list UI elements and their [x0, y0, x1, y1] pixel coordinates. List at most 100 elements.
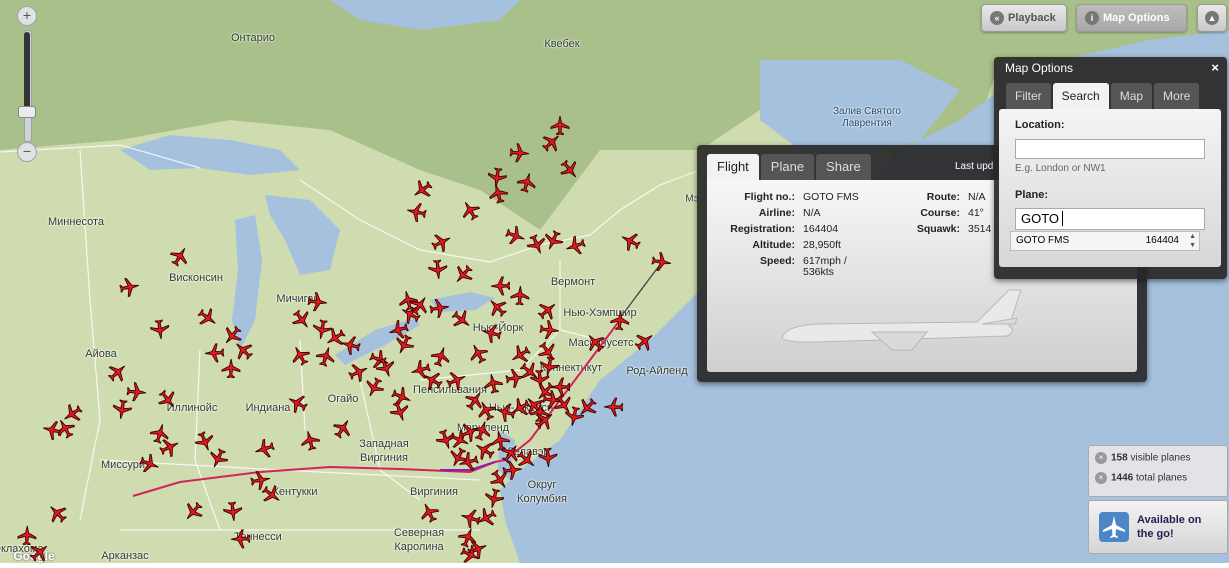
- plane-marker[interactable]: [556, 156, 584, 184]
- plane-marker[interactable]: [17, 525, 37, 546]
- tab-more[interactable]: More: [1154, 83, 1200, 109]
- toggle-icon[interactable]: ×: [1095, 452, 1107, 464]
- plane-marker[interactable]: [538, 319, 561, 341]
- plane-marker[interactable]: [419, 367, 446, 394]
- plane-marker[interactable]: [222, 501, 244, 523]
- plane-marker[interactable]: [428, 344, 453, 369]
- plane-marker[interactable]: [221, 358, 241, 379]
- plane-marker[interactable]: [26, 538, 54, 563]
- plane-marker[interactable]: [486, 166, 508, 189]
- plane-marker[interactable]: [501, 459, 524, 481]
- plane-marker[interactable]: [507, 341, 534, 368]
- plane-marker[interactable]: [534, 296, 562, 324]
- zoom-control[interactable]: + −: [14, 6, 40, 162]
- plane-marker[interactable]: [307, 291, 329, 313]
- plane-marker[interactable]: [137, 451, 163, 477]
- plane-marker[interactable]: [493, 400, 518, 424]
- playback-button[interactable]: « Playback: [981, 4, 1067, 32]
- map-options-button[interactable]: i Map Options: [1076, 4, 1187, 32]
- plane-marker[interactable]: [538, 447, 558, 468]
- plane-marker[interactable]: [154, 386, 182, 414]
- plane-marker[interactable]: [443, 367, 470, 393]
- plane-marker[interactable]: [252, 436, 277, 461]
- plane-marker[interactable]: [166, 243, 193, 270]
- plane-marker[interactable]: [490, 276, 511, 296]
- collapse-button[interactable]: ▲: [1197, 4, 1227, 32]
- plane-marker[interactable]: [617, 228, 644, 255]
- suggestion-scroll-icon[interactable]: ▲ ▼: [1189, 232, 1196, 250]
- plane-marker[interactable]: [540, 227, 566, 254]
- search-suggestion[interactable]: GOTO FMS 164404 ▲ ▼: [1010, 231, 1200, 251]
- plane-marker[interactable]: [427, 259, 449, 281]
- plane-marker[interactable]: [482, 487, 506, 511]
- plane-marker[interactable]: [503, 223, 528, 248]
- location-input[interactable]: [1015, 139, 1205, 159]
- plane-marker[interactable]: [391, 331, 417, 358]
- plane-marker[interactable]: [433, 427, 458, 452]
- plane-marker[interactable]: [205, 445, 231, 472]
- zoom-in-button[interactable]: +: [17, 6, 37, 26]
- mobile-app-promo[interactable]: Available on the go!: [1088, 500, 1228, 554]
- plane-marker[interactable]: [111, 398, 133, 421]
- plane-marker[interactable]: [204, 343, 225, 363]
- plane-marker[interactable]: [156, 434, 183, 460]
- plane-marker[interactable]: [416, 499, 442, 526]
- tab-filter[interactable]: Filter: [1006, 83, 1051, 109]
- plane-marker[interactable]: [338, 333, 363, 357]
- plane-marker[interactable]: [483, 293, 511, 321]
- plane-marker[interactable]: [515, 170, 539, 195]
- plane-marker[interactable]: [43, 499, 71, 527]
- plane-search-input[interactable]: GOTO: [1015, 208, 1205, 230]
- plane-marker[interactable]: [313, 344, 338, 369]
- plane-marker[interactable]: [284, 390, 311, 417]
- plane-marker[interactable]: [457, 197, 484, 224]
- plane-marker[interactable]: [149, 318, 171, 341]
- plane-marker[interactable]: [473, 504, 500, 531]
- tab-share[interactable]: Share: [816, 154, 871, 180]
- plane-marker[interactable]: [481, 371, 505, 395]
- plane-marker[interactable]: [488, 428, 512, 452]
- plane-marker[interactable]: [479, 321, 504, 345]
- plane-marker[interactable]: [550, 377, 570, 397]
- plane-marker[interactable]: [194, 304, 222, 332]
- plane-marker[interactable]: [59, 400, 86, 427]
- plane-marker[interactable]: [287, 342, 314, 369]
- plane-marker[interactable]: [311, 318, 334, 341]
- plane-marker[interactable]: [388, 384, 415, 410]
- zoom-slider-thumb[interactable]: [18, 106, 36, 118]
- plane-marker[interactable]: [192, 428, 218, 455]
- zoom-out-button[interactable]: −: [17, 142, 37, 162]
- plane-marker[interactable]: [631, 327, 659, 355]
- plane-marker[interactable]: [104, 358, 132, 386]
- plane-marker[interactable]: [179, 498, 207, 526]
- plane-marker[interactable]: [218, 322, 246, 350]
- toggle-icon[interactable]: ×: [1095, 472, 1107, 484]
- plane-marker[interactable]: [650, 251, 673, 273]
- tab-search[interactable]: Search: [1052, 83, 1109, 109]
- plane-marker[interactable]: [148, 421, 172, 446]
- plane-marker[interactable]: [509, 142, 531, 164]
- plane-marker[interactable]: [404, 200, 428, 224]
- plane-marker[interactable]: [229, 336, 257, 364]
- plane-marker[interactable]: [409, 176, 436, 203]
- plane-marker[interactable]: [510, 285, 530, 306]
- plane-marker[interactable]: [524, 231, 550, 258]
- plane-marker[interactable]: [387, 399, 412, 424]
- plane-marker[interactable]: [507, 394, 534, 421]
- tab-plane[interactable]: Plane: [760, 154, 815, 180]
- plane-marker[interactable]: [465, 340, 492, 367]
- plane-marker[interactable]: [563, 233, 588, 258]
- plane-marker[interactable]: [288, 306, 316, 334]
- plane-marker[interactable]: [126, 381, 148, 403]
- plane-marker[interactable]: [298, 428, 322, 453]
- plane-marker[interactable]: [537, 355, 561, 379]
- plane-marker[interactable]: [52, 415, 79, 442]
- plane-marker[interactable]: [486, 181, 510, 206]
- plane-marker[interactable]: [458, 506, 483, 530]
- close-icon[interactable]: ×: [1211, 60, 1219, 75]
- plane-marker[interactable]: [258, 481, 286, 509]
- plane-marker[interactable]: [361, 374, 388, 401]
- plane-marker[interactable]: [428, 297, 451, 319]
- plane-marker[interactable]: [428, 229, 455, 256]
- plane-marker[interactable]: [449, 261, 477, 289]
